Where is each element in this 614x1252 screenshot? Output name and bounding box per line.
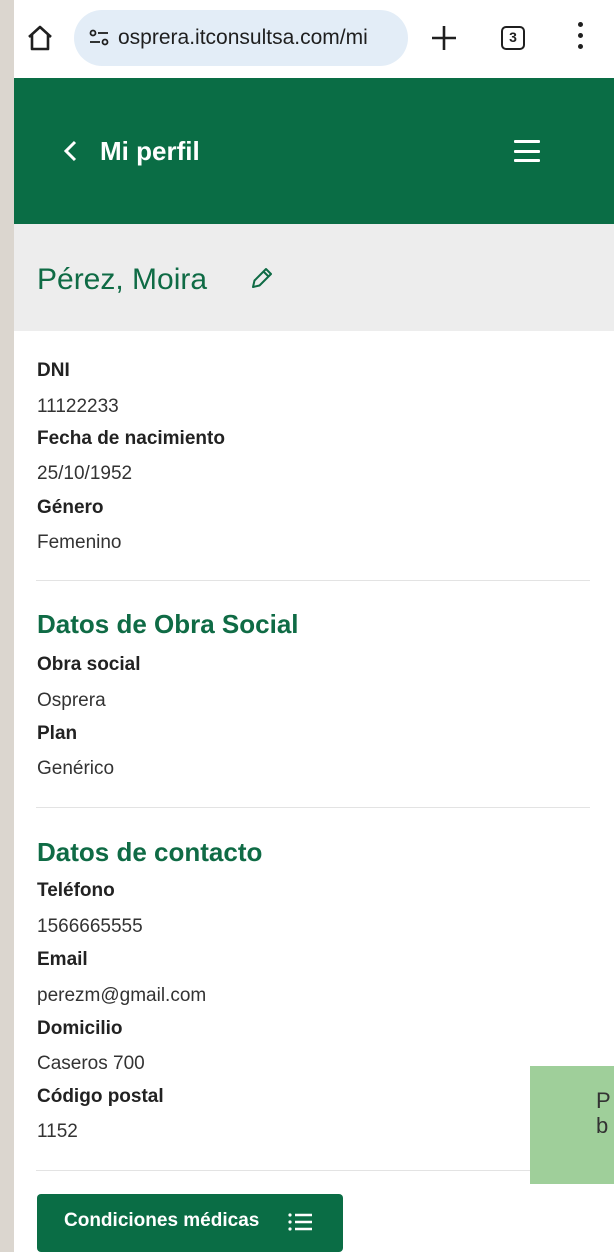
contacto-section-title: Datos de contacto [37, 837, 263, 867]
url-text: osprera.itconsultsa.com/mi [118, 26, 368, 49]
divider [36, 807, 590, 808]
telefono-label: Teléfono [37, 880, 115, 901]
condiciones-medicas-label: Condiciones médicas [64, 1210, 260, 1231]
obra-social-label: Obra social [37, 654, 141, 675]
notice-text: P b [596, 1088, 611, 1138]
obra-social-value: Osprera [37, 690, 106, 711]
gender-label: Género [37, 497, 104, 518]
plan-value: Genérico [37, 758, 115, 779]
email-label: Email [37, 949, 88, 970]
domicilio-value: Caseros 700 [37, 1053, 145, 1074]
divider [36, 1170, 590, 1171]
tab-switcher-icon[interactable]: 3 [501, 26, 525, 50]
home-icon[interactable] [26, 24, 54, 52]
browser-toolbar: osprera.itconsultsa.com/mi 3 [14, 0, 614, 78]
list-icon [288, 1213, 312, 1231]
app: osprera.itconsultsa.com/mi 3 Mi perfil P… [14, 0, 614, 1252]
codigo-postal-label: Código postal [37, 1086, 164, 1107]
site-settings-icon[interactable] [88, 27, 110, 49]
birthdate-label: Fecha de nacimiento [37, 428, 225, 449]
new-tab-icon[interactable] [426, 20, 462, 56]
telefono-value: 1566665555 [37, 916, 143, 937]
floating-notice[interactable]: P b [530, 1066, 614, 1184]
pencil-edit-icon[interactable] [248, 264, 274, 292]
birthdate-value: 25/10/1952 [37, 463, 133, 484]
page-title: Mi perfil [100, 136, 200, 166]
profile-name: Pérez, Moira [37, 263, 208, 296]
more-options-icon[interactable] [574, 22, 586, 56]
email-value: perezm@gmail.com [37, 985, 207, 1006]
hamburger-menu-icon[interactable] [514, 140, 540, 162]
address-bar[interactable]: osprera.itconsultsa.com/mi [74, 10, 408, 66]
divider [36, 580, 590, 581]
obra-social-section-title: Datos de Obra Social [37, 609, 299, 639]
codigo-postal-value: 1152 [37, 1121, 78, 1142]
back-chevron-icon[interactable] [61, 138, 81, 164]
dni-label: DNI [37, 360, 70, 381]
domicilio-label: Domicilio [37, 1018, 123, 1039]
gender-value: Femenino [37, 532, 122, 553]
dni-value: 11122233 [37, 396, 119, 417]
plan-label: Plan [37, 723, 78, 744]
condiciones-medicas-button[interactable]: Condiciones médicas [37, 1194, 343, 1252]
